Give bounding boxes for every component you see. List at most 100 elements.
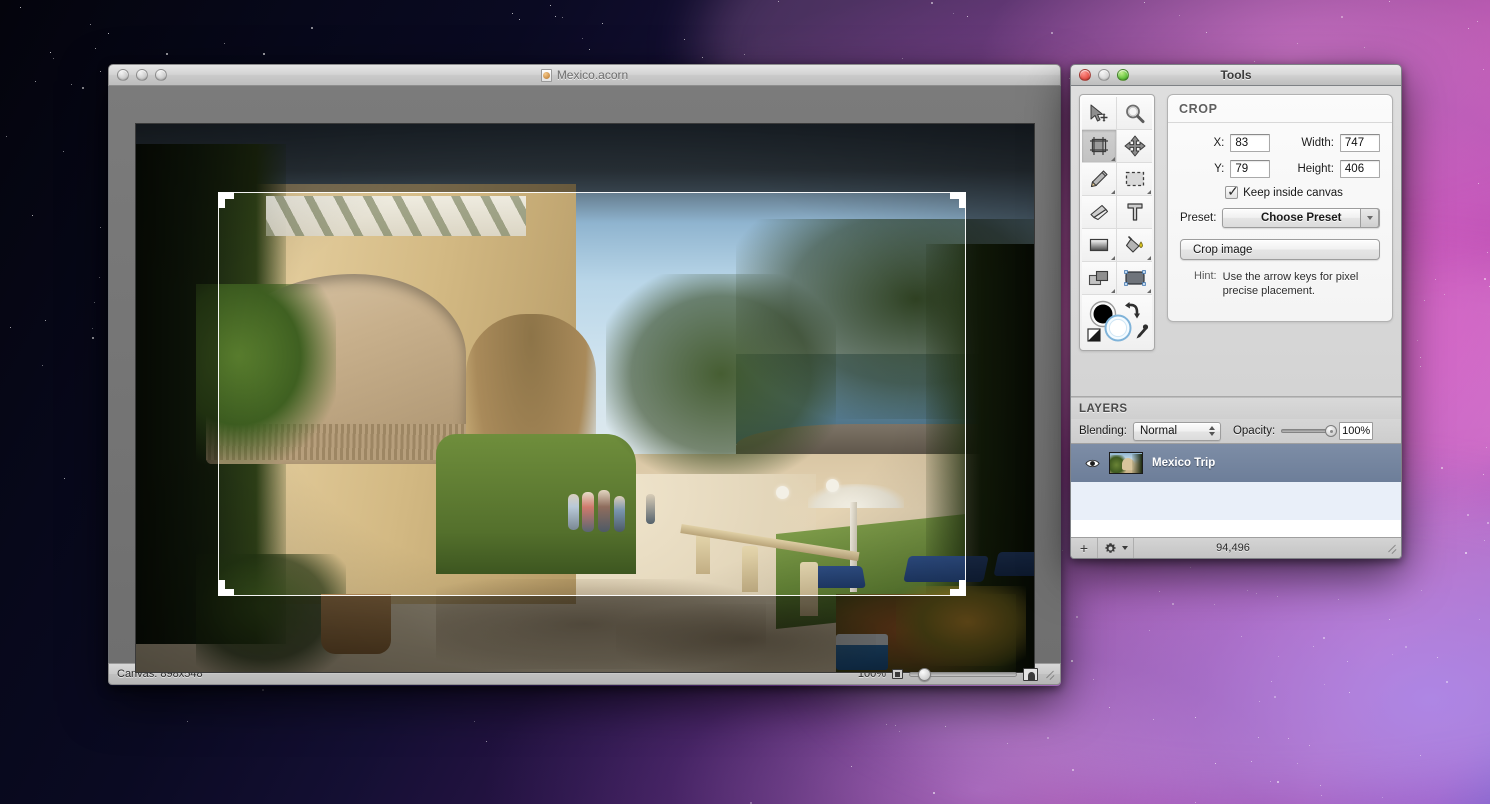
opacity-slider[interactable]	[1281, 425, 1338, 437]
zoom-button[interactable]	[1117, 69, 1129, 81]
window-controls[interactable]	[117, 69, 167, 81]
minimize-button[interactable]	[1098, 69, 1110, 81]
zoom-button[interactable]	[155, 69, 167, 81]
tool-disclosure-corner[interactable]	[1147, 289, 1151, 293]
x-input[interactable]: 83	[1230, 134, 1271, 152]
minimize-button[interactable]	[136, 69, 148, 81]
document-window[interactable]: Mexico.acorn Canvas: 898x548 100%	[108, 64, 1061, 686]
height-input[interactable]: 406	[1339, 160, 1381, 178]
chevron-down-icon[interactable]	[1121, 546, 1128, 550]
paint-bucket-icon	[1125, 236, 1143, 253]
actual-size-icon[interactable]	[1023, 667, 1038, 681]
zoom-tool[interactable]	[1117, 97, 1152, 130]
layer-list[interactable]: Mexico Trip	[1071, 443, 1401, 538]
tool-disclosure-corner[interactable]	[1111, 256, 1116, 260]
hint-text: Use the arrow keys for pixel precise pla…	[1222, 271, 1359, 297]
width-label: Width:	[1301, 137, 1334, 149]
zoom-slider[interactable]	[909, 667, 1017, 681]
tool-disclosure-corner[interactable]	[1111, 289, 1116, 293]
layers-panel-heading: LAYERS	[1071, 397, 1401, 419]
tools-body: CROP X: 83 Width: 747 Y: 79 Height: 406	[1070, 86, 1402, 559]
crop-tool[interactable]	[1082, 130, 1118, 163]
four-way-arrow-icon	[1124, 135, 1145, 157]
move-tool[interactable]	[1082, 97, 1118, 130]
tool-row	[1082, 163, 1152, 196]
tool-row	[1082, 262, 1152, 295]
close-button[interactable]	[1079, 69, 1091, 81]
layer-actions-button[interactable]	[1098, 538, 1134, 558]
crop-fields: X: 83 Width: 747 Y: 79 Height: 406 ✓ Kee…	[1168, 123, 1392, 298]
pencil-icon	[1090, 170, 1108, 188]
crop-row-x-width: X: 83 Width: 747	[1180, 134, 1381, 152]
crop-hint: Hint: Use the arrow keys for pixel preci…	[1180, 270, 1380, 298]
bezier-shape-tool[interactable]	[1117, 262, 1152, 295]
pencil-tool[interactable]	[1082, 163, 1118, 196]
resize-grip-icon[interactable]	[1386, 542, 1398, 554]
preset-label: Preset:	[1180, 212, 1217, 224]
tool-disclosure-corner[interactable]	[1147, 256, 1151, 260]
preset-dropdown-value: Choose Preset	[1260, 212, 1342, 224]
arrow-move-icon	[1090, 104, 1108, 122]
text-t-icon	[1126, 203, 1143, 221]
blending-mode-value: Normal	[1139, 425, 1178, 437]
tool-disclosure-corner[interactable]	[1111, 157, 1116, 161]
fit-image-icon[interactable]	[892, 669, 903, 679]
layer-list-empty-area[interactable]	[1071, 520, 1401, 537]
foreground-background-color-well[interactable]	[1082, 295, 1152, 348]
pan-tool[interactable]	[1117, 130, 1152, 163]
eyedropper-icon	[1136, 323, 1149, 338]
document-titlebar[interactable]: Mexico.acorn	[108, 64, 1061, 86]
height-label: Height:	[1297, 163, 1334, 175]
opacity-value[interactable]: 100%	[1339, 422, 1374, 440]
blending-row: Blending: Normal Opacity: 100%	[1071, 419, 1401, 443]
acorn-document-icon	[540, 68, 552, 82]
rounded-rect-icon	[1123, 270, 1146, 286]
tool-palette[interactable]	[1079, 94, 1155, 351]
tools-titlebar[interactable]: Tools	[1070, 64, 1402, 86]
rectangular-selection-tool[interactable]	[1117, 163, 1152, 196]
document-title-text: Mexico.acorn	[556, 68, 629, 82]
keep-inside-canvas-row[interactable]: ✓ Keep inside canvas	[1188, 184, 1380, 199]
hint-label: Hint:	[1194, 270, 1217, 282]
layer-name: Mexico Trip	[1152, 457, 1216, 469]
stepper-arrows-icon[interactable]	[1208, 425, 1215, 436]
opacity-label: Opacity:	[1232, 425, 1276, 437]
y-input[interactable]: 79	[1230, 160, 1271, 178]
eraser-tool[interactable]	[1082, 196, 1118, 229]
layer-row[interactable]: Mexico Trip	[1071, 444, 1401, 482]
eye-icon[interactable]	[1085, 458, 1100, 469]
mexico-resort-photograph	[136, 124, 1034, 672]
width-input[interactable]: 747	[1339, 134, 1381, 152]
blending-mode-dropdown[interactable]: Normal	[1132, 421, 1221, 441]
layer-thumbnail	[1109, 452, 1143, 474]
keep-inside-canvas-checkbox[interactable]: ✓	[1225, 184, 1239, 199]
tool-row	[1082, 130, 1152, 163]
close-button[interactable]	[117, 69, 129, 81]
shape-tool[interactable]	[1082, 262, 1118, 295]
add-layer-button[interactable]: +	[1071, 538, 1098, 558]
opacity-slider-knob[interactable]	[1325, 425, 1338, 437]
layers-footer: + 94,496	[1071, 538, 1401, 558]
tool-disclosure-corner[interactable]	[1147, 190, 1151, 194]
document-title: Mexico.acorn	[109, 68, 1060, 82]
gradient-tool[interactable]	[1082, 229, 1118, 262]
preset-dropdown[interactable]: Choose Preset	[1222, 208, 1380, 228]
paint-bucket-tool[interactable]	[1117, 229, 1152, 262]
layer-list-empty-area[interactable]	[1071, 482, 1401, 520]
blending-label: Blending:	[1079, 425, 1127, 437]
tool-row	[1082, 196, 1152, 229]
shapes-icon	[1088, 270, 1109, 286]
text-tool[interactable]	[1117, 196, 1152, 229]
crop-panel-heading: CROP	[1168, 95, 1392, 123]
gear-icon	[1104, 542, 1116, 553]
tools-window-controls[interactable]	[1079, 69, 1129, 81]
magnifier-icon	[1126, 104, 1145, 123]
crop-image-button[interactable]: Crop image	[1180, 239, 1380, 260]
tool-disclosure-corner[interactable]	[1111, 190, 1116, 194]
tools-window[interactable]: Tools CROP X: 83 Width: 747 Y: 79 Height…	[1070, 64, 1402, 559]
zoom-slider-knob[interactable]	[918, 667, 931, 681]
crop-inspector-panel: CROP X: 83 Width: 747 Y: 79 Height: 406	[1167, 94, 1393, 322]
chevron-down-icon[interactable]	[1360, 208, 1379, 228]
resize-grip-icon[interactable]	[1044, 668, 1056, 680]
image-canvas[interactable]	[135, 123, 1035, 673]
